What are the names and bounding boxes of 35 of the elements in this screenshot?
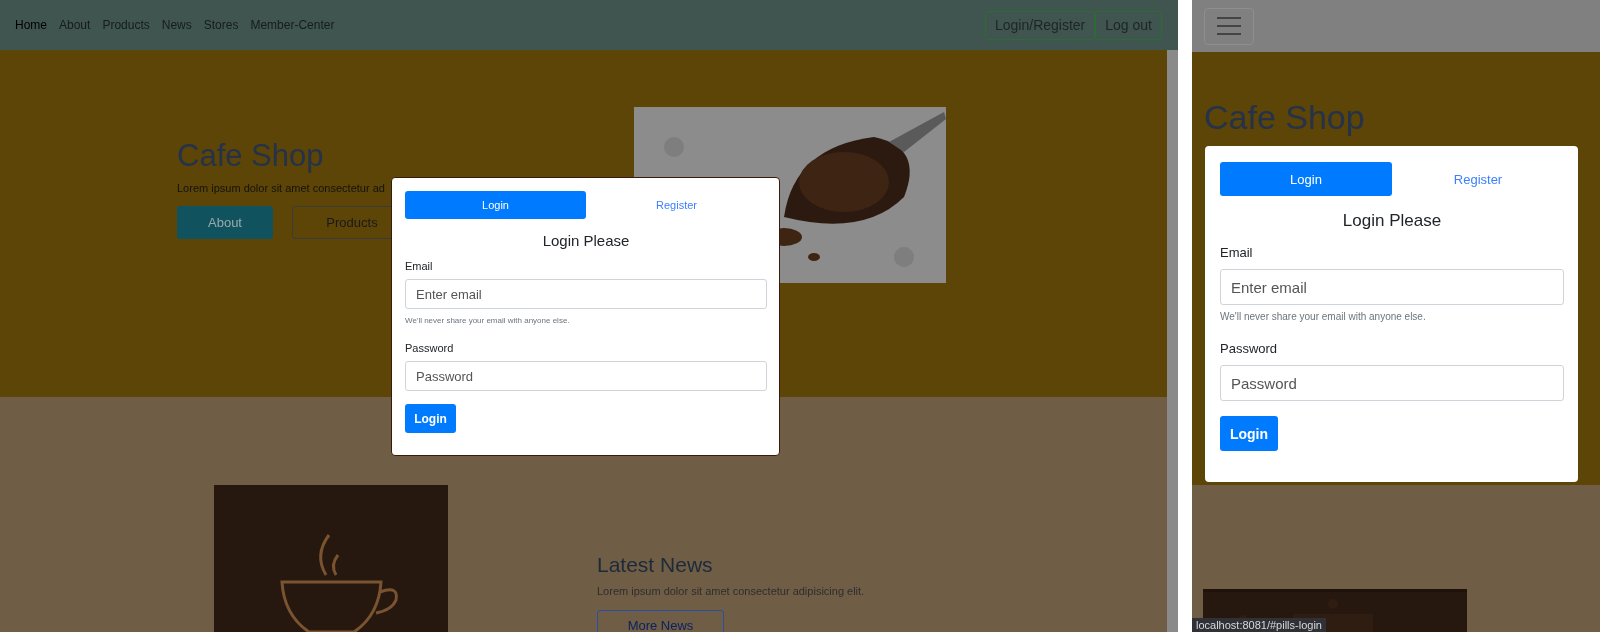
hero-title: Cafe Shop xyxy=(177,138,325,174)
field-label: Password xyxy=(1220,341,1279,356)
field-label: Password xyxy=(405,342,455,354)
help-text: We'll never share your email with anyone else. xyxy=(405,316,571,325)
about-button[interactable]: About xyxy=(177,206,273,239)
field-label: Email xyxy=(405,260,434,272)
email-field[interactable]: Enter email xyxy=(1220,269,1564,305)
nav-link[interactable]: About xyxy=(59,18,91,32)
email-field[interactable]: Enter email xyxy=(405,279,767,309)
tab[interactable]: Register xyxy=(586,191,767,219)
menu-icon xyxy=(1217,17,1241,35)
news-title: Latest News xyxy=(597,553,714,577)
news-text: Lorem ipsum dolor sit amet consectetur adipisicing elit. xyxy=(597,585,865,597)
nav-link[interactable]: Products xyxy=(102,18,150,32)
nav-link[interactable]: News xyxy=(161,18,192,32)
nav-link[interactable]: Member-Center xyxy=(250,18,335,32)
nav-link[interactable]: Stores xyxy=(203,18,239,32)
login-button[interactable]: Login xyxy=(405,404,456,433)
password-field[interactable]: Password xyxy=(405,361,767,391)
more-news-button[interactable]: More News xyxy=(597,610,724,632)
dialog-heading: Login Please xyxy=(541,232,631,249)
field-label: Email xyxy=(1220,245,1254,260)
password-field[interactable]: Password xyxy=(1220,365,1564,401)
help-text: We'll never share your email with anyone else. xyxy=(1220,311,1427,322)
tab[interactable]: Login xyxy=(405,191,586,219)
dialog-heading: Login Please xyxy=(1341,211,1443,231)
hero-text: Lorem ipsum dolor sit amet consectetur ad xyxy=(177,182,386,194)
tab[interactable]: Register xyxy=(1392,162,1564,196)
tab[interactable]: Login xyxy=(1220,162,1392,196)
nav-link[interactable]: Home xyxy=(15,18,47,32)
status-url: localhost:8081/#pills-login xyxy=(1192,618,1326,632)
scrollbar[interactable] xyxy=(1167,50,1178,632)
login-button[interactable]: Login xyxy=(1220,416,1278,451)
menu-button[interactable] xyxy=(1204,7,1254,45)
hero-title: Cafe Shop xyxy=(1204,98,1366,137)
